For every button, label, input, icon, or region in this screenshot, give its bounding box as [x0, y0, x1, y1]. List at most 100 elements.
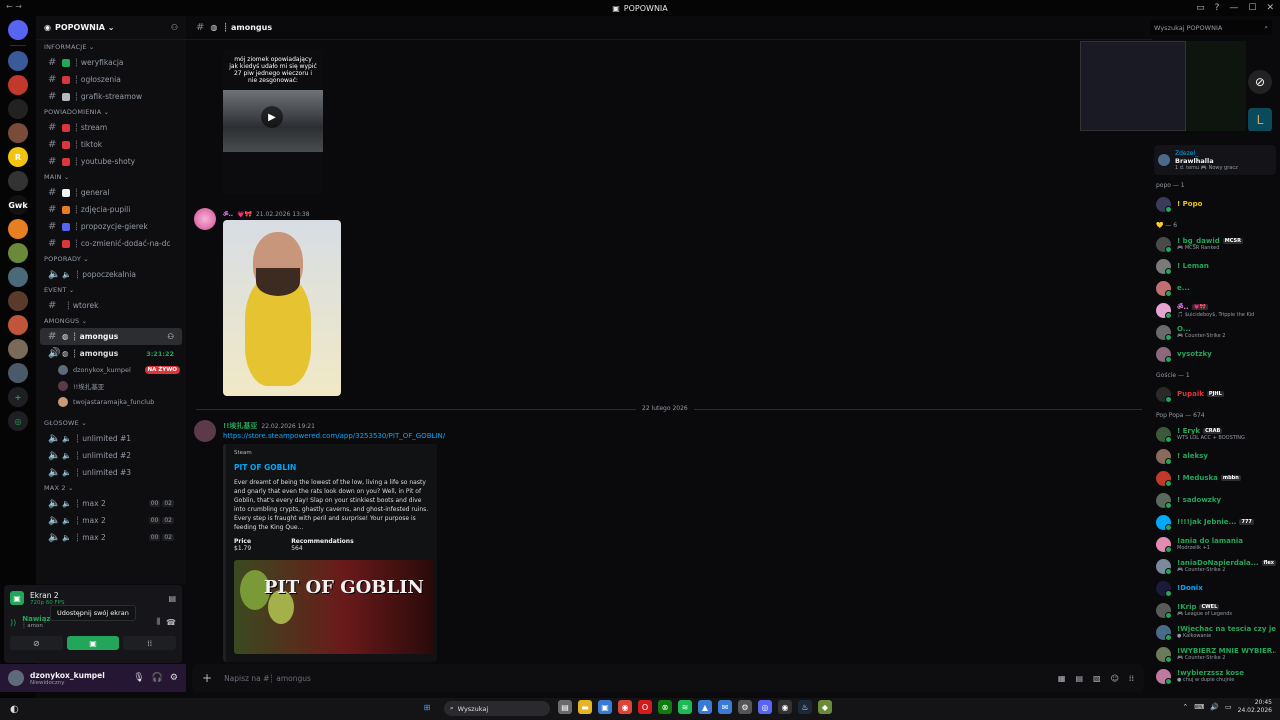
- start-icon[interactable]: ⊞: [420, 700, 434, 714]
- category-max2[interactable]: MAX 2 ⌄: [36, 481, 186, 495]
- server-icon-10[interactable]: [8, 267, 28, 287]
- channel-poporady-0[interactable]: 🔈 🔈 ┊ popoczekalnia: [40, 266, 182, 283]
- message-link[interactable]: https://store.steampowered.com/app/32535…: [223, 432, 445, 440]
- activity-card[interactable]: Zdezel_ Brawlhalla 1 d. temu 🎮 Nowy grac…: [1154, 145, 1276, 175]
- sticker-icon[interactable]: ▧: [1093, 674, 1101, 683]
- minimize-button[interactable]: —: [1229, 3, 1238, 13]
- maximize-button[interactable]: ☐: [1248, 3, 1256, 13]
- server-icon-11[interactable]: [8, 291, 28, 311]
- close-button[interactable]: ✕: [1266, 3, 1274, 13]
- category-event[interactable]: EVENT ⌄: [36, 283, 186, 297]
- avatar[interactable]: [194, 208, 216, 230]
- battery-icon[interactable]: ▭: [1225, 703, 1232, 711]
- add-member-icon[interactable]: ⚇: [171, 23, 178, 32]
- stream-preview[interactable]: [1080, 41, 1186, 131]
- microphone-icon[interactable]: 🎙: [133, 673, 144, 683]
- server-icon-9[interactable]: [8, 243, 28, 263]
- photos-icon[interactable]: ▲: [698, 700, 712, 714]
- xbox-icon[interactable]: ⊗: [658, 700, 672, 714]
- server-icon-8[interactable]: [8, 219, 28, 239]
- message-composer[interactable]: + Napisz na #┊ amongus ▦ ▤ ▧ ☺ ⁞⁞: [192, 664, 1144, 692]
- disconnect-icon[interactable]: ☎: [166, 618, 176, 627]
- volume-icon[interactable]: 🔊: [1210, 703, 1219, 711]
- search-input[interactable]: Wyszukaj POPOWNIA ⌕: [1150, 20, 1272, 35]
- file-icon[interactable]: ▤: [558, 700, 572, 714]
- member-item[interactable]: ! Popo: [1152, 193, 1280, 215]
- member-item[interactable]: O... 🎮 Counter-Strike 2: [1152, 321, 1280, 343]
- channel-max2-2[interactable]: 🔈 🔈 ┊ max 2 00 02: [40, 529, 182, 546]
- category-informacje[interactable]: INFORMACJE ⌄: [36, 40, 186, 54]
- server-icon-6[interactable]: [8, 171, 28, 191]
- server-icon-1[interactable]: [8, 51, 28, 71]
- video-attachment[interactable]: mój ziomek opowiadający jak kiedyś udało…: [223, 50, 323, 194]
- avatar[interactable]: [8, 670, 24, 686]
- voice-channel[interactable]: ┊ amon: [22, 623, 50, 629]
- discover-icon[interactable]: ◎: [8, 411, 28, 431]
- message-input[interactable]: Napisz na #┊ amongus: [224, 674, 311, 683]
- member-item[interactable]: Pupaik PJHL: [1152, 383, 1280, 405]
- discord-icon[interactable]: [8, 20, 28, 40]
- member-item[interactable]: e...: [1152, 277, 1280, 299]
- category-amongus[interactable]: amongus ⌄: [36, 314, 186, 328]
- server-icon-14[interactable]: [8, 363, 28, 383]
- steam-icon[interactable]: ♨: [798, 700, 812, 714]
- server-icon-5[interactable]: R: [8, 147, 28, 167]
- channel-informacje-2[interactable]: # ┊ grafik-streamow: [40, 88, 182, 105]
- channel-max2-1[interactable]: 🔈 🔈 ┊ max 2 00 02: [40, 512, 182, 529]
- spotify-icon[interactable]: ≋: [678, 700, 692, 714]
- screen-settings-icon[interactable]: ▤: [168, 594, 176, 603]
- signal-icon[interactable]: )): [10, 618, 16, 627]
- member-item[interactable]: !!!!jak Jebnie... 777: [1152, 511, 1280, 533]
- channel-max2-0[interactable]: 🔈 🔈 ┊ max 2 00 02: [40, 495, 182, 512]
- mail-icon[interactable]: ✉: [718, 700, 732, 714]
- server-icon-3[interactable]: [8, 99, 28, 119]
- add-member-icon[interactable]: ⚇: [167, 332, 174, 341]
- chrome-icon[interactable]: ◉: [618, 700, 632, 714]
- message-author[interactable]: ॐ..: [223, 210, 233, 218]
- add-server-icon[interactable]: +: [8, 387, 28, 407]
- server-header[interactable]: ◉ POPOWNIA ⌄ ⚇: [36, 16, 186, 40]
- member-item[interactable]: !Krip CWEL 🎮 League of Legends: [1152, 599, 1280, 621]
- channel-informacje-0[interactable]: # ┊ weryfikacja: [40, 54, 182, 71]
- gear-icon[interactable]: ⚙: [170, 673, 178, 683]
- network-icon[interactable]: ⌨: [1194, 703, 1204, 711]
- channel-main-2[interactable]: # ┊ propozycje-gierek: [40, 218, 182, 235]
- help-icon[interactable]: ?: [1215, 3, 1220, 13]
- category-poporady[interactable]: POPORADY ⌄: [36, 252, 186, 266]
- gif-icon[interactable]: ▤: [1075, 674, 1083, 683]
- clock-date[interactable]: 24.02.2026: [1238, 707, 1272, 715]
- channel-glosowe-0[interactable]: 🔈 🔈 ┊ unlimited #1: [40, 430, 182, 447]
- obs-icon[interactable]: ◉: [778, 700, 792, 714]
- channel-powiadomienia-2[interactable]: # ┊ youtube-shoty: [40, 153, 182, 170]
- embed-title[interactable]: PIT OF GOBLIN: [234, 463, 429, 472]
- member-item[interactable]: ! bg_dawid MCSR 🎮 MCSR Ranked: [1152, 233, 1280, 255]
- server-icon-4[interactable]: [8, 123, 28, 143]
- plus-icon[interactable]: +: [202, 671, 212, 685]
- member-item[interactable]: vysotzky: [1152, 343, 1280, 365]
- channel-glosowe-1[interactable]: 🔈 🔈 ┊ unlimited #2: [40, 447, 182, 464]
- member-item[interactable]: !wybierzssz kose ● chuj w dupie chujnie: [1152, 665, 1280, 687]
- play-icon[interactable]: ▶: [261, 106, 283, 128]
- channel-main-3[interactable]: # ┊ co-zmienić-dodać-na-dc: [40, 235, 182, 252]
- noise-suppression-icon[interactable]: ⫼: [156, 617, 160, 627]
- channel-amongus-text[interactable]: # ◍ ┊ amongus ⚇: [40, 328, 182, 345]
- category-glosowe[interactable]: GŁOSOWE ⌄: [36, 416, 186, 430]
- member-item[interactable]: ! Leman: [1152, 255, 1280, 277]
- camera-off-button[interactable]: ⊘: [10, 636, 63, 650]
- message-author[interactable]: !!埃扎基亚: [223, 421, 257, 431]
- emoji-icon[interactable]: ☺: [1111, 674, 1119, 683]
- channel-main-1[interactable]: # ┊ zdjęcia-pupili: [40, 201, 182, 218]
- member-item[interactable]: !ania do lamania Modrzelik +1: [1152, 533, 1280, 555]
- channel-informacje-1[interactable]: # ┊ ogłoszenia: [40, 71, 182, 88]
- channel-main-0[interactable]: # ┊ general: [40, 184, 182, 201]
- channel-powiadomienia-0[interactable]: # ┊ stream: [40, 119, 182, 136]
- taskbar-search[interactable]: ⌕ Wyszukaj: [444, 701, 550, 716]
- member-item[interactable]: ! Eryk CRAB WTS LOL ACC + BOOSTING: [1152, 423, 1280, 445]
- discord-icon[interactable]: ◎: [758, 700, 772, 714]
- member-item[interactable]: ॐ.. 💗🎀 🎵 $uicideboy$, Trippie the Kid: [1152, 299, 1280, 321]
- member-item[interactable]: !Donix: [1152, 577, 1280, 599]
- member-item[interactable]: ! sadowzky: [1152, 489, 1280, 511]
- server-icon-7[interactable]: Gwk: [8, 195, 28, 215]
- share-screen-button[interactable]: ▣: [66, 636, 120, 650]
- server-icon-13[interactable]: [8, 339, 28, 359]
